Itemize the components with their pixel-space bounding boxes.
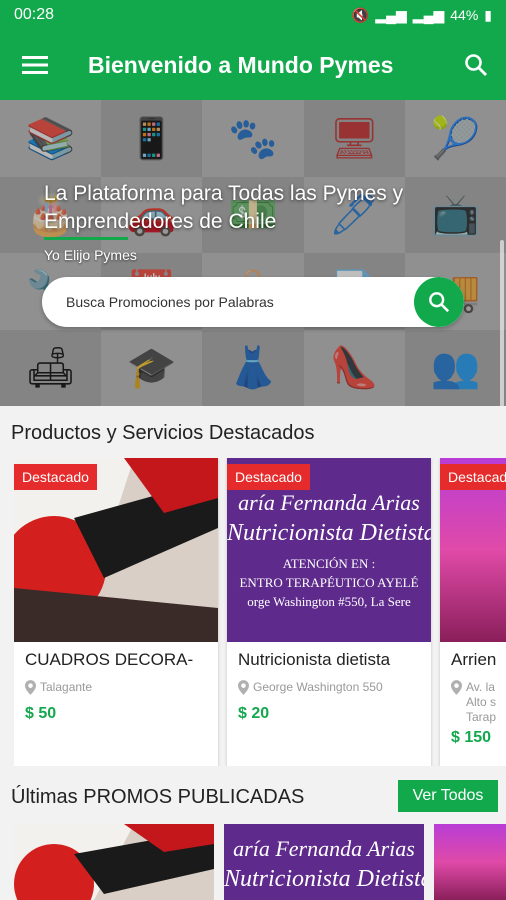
mute-icon: 🔇 [351,6,370,23]
battery-icon: ▮ [484,6,492,23]
promo-search-button[interactable] [414,277,464,327]
promo-card[interactable] [434,824,506,900]
app-title: Bienvenido a Mundo Pymes [88,51,394,78]
card-image: Destacado [14,458,218,642]
featured-card[interactable]: Destacado Arrien Av. la Alto s Tarap $ 1… [440,458,506,766]
featured-card[interactable]: aría Fernanda Arias Nutricionista Dietis… [227,458,431,766]
hero-subtitle: Yo Elijo Pymes [44,247,137,263]
nutri-name-text: aría Fernanda Arias [238,490,420,515]
card-price: $ 20 [238,705,270,722]
signal2-icon: ▂▄▆ [412,6,445,23]
promo-search-bar [42,277,464,327]
location-pin-icon [25,680,36,695]
location-pin-icon [451,680,462,695]
card-location: George Washington 550 [238,680,420,695]
nutri-title-text: Nutricionista Dietista [224,866,424,892]
card-title: CUADROS DECORA- [25,650,194,669]
hero-headline: La Plataforma para Todas las Pymes y Emp… [44,182,404,233]
menu-button[interactable] [0,30,70,100]
featured-carousel[interactable]: Destacado CUADROS DECORA- Talagante $ 50… [14,458,506,766]
card-title: Nutricionista dietista [238,650,391,669]
card-title: Arrien [451,650,497,669]
card-location: Av. la Alto s Tarap [451,680,506,725]
hero-underline [44,237,128,240]
location-text: George Washington 550 [253,680,383,694]
featured-card[interactable]: Destacado CUADROS DECORA- Talagante $ 50 [14,458,218,766]
location-text: Av. la Alto s Tarap [466,680,497,724]
nutri-center-text: ENTRO TERAPÉUTICO AYELÉ [239,575,419,590]
featured-badge: Destacado [227,464,310,490]
nutri-attention-text: ATENCIÓN EN : [282,556,376,571]
see-all-button[interactable]: Ver Todos [398,780,498,812]
location-pin-icon [238,680,249,695]
card-image: aría Fernanda Arias Nutricionista Dietis… [227,458,431,642]
card-price: $ 50 [25,705,57,722]
toolbar-search-button[interactable] [446,30,506,100]
hero-banner: 📚 📱 🐾 🖥 🎾 🎂 🚗 💵 🖊 📺 🔧 📅 👜 📄 🚚 🛋 🎓 👗 👠 👥 … [0,100,506,406]
location-text: Talagante [40,680,93,694]
search-icon [465,54,487,76]
hamburger-icon [22,56,48,74]
promo-card[interactable]: aría Fernanda Arias Nutricionista Dietis… [224,824,424,900]
promos-carousel[interactable]: aría Fernanda Arias Nutricionista Dietis… [14,824,506,900]
status-icons: 🔇 ▂▄▆ ▂▄▆ 44% ▮ [352,7,492,24]
card-image: Destacado [440,458,506,642]
featured-section-title: Productos y Servicios Destacados [11,422,315,444]
nutri-address-text: orge Washington #550, La Sere [247,594,411,609]
signal-icon: ▂▄▆ [375,6,407,23]
scrollbar[interactable] [500,240,504,406]
promos-section-title: Últimas PROMOS PUBLICADAS [11,786,305,808]
art-image [14,824,214,900]
nutri-title-text: Nutricionista Dietista [227,520,431,546]
status-bar: 00:28 🔇 ▂▄▆ ▂▄▆ 44% ▮ [0,0,506,30]
nutri-name-text: aría Fernanda Arias [233,836,415,861]
featured-badge: Destacado [14,464,97,490]
promo-card[interactable] [14,824,214,900]
card-location: Talagante [25,680,207,695]
card-price: $ 150 [451,729,492,746]
app-bar: Bienvenido a Mundo Pymes [0,30,506,100]
promo-search-input[interactable] [42,277,414,327]
featured-badge: Destacado [440,464,506,490]
status-time: 00:28 [14,6,55,23]
search-icon [429,292,450,313]
battery-level: 44% [450,7,479,23]
